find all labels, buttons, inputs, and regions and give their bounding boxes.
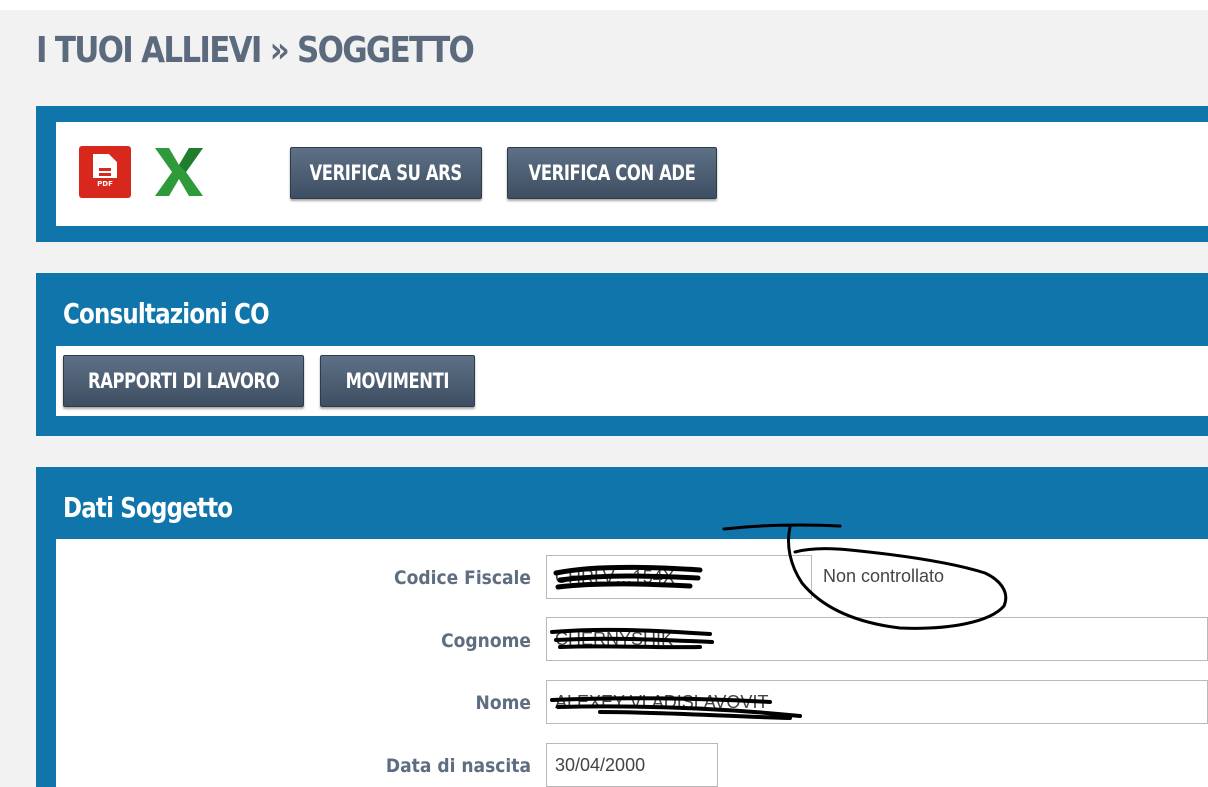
verifica-ars-label: VERIFICA SU ARS — [309, 161, 463, 185]
page-title: I TUOI ALLIEVI » SOGGETTO — [36, 30, 475, 71]
excel-export-icon[interactable] — [153, 146, 205, 198]
rapporti-di-lavoro-button[interactable]: RAPPORTI DI LAVORO — [63, 355, 304, 407]
data-di-nascita-label: Data di nascita — [385, 755, 531, 777]
nome-input[interactable]: ALEXEY VLADISLAVOVIT — [546, 680, 1208, 724]
rapporti-di-lavoro-label: RAPPORTI DI LAVORO — [87, 369, 280, 393]
pdf-icon-text: PDF — [97, 180, 113, 188]
movimenti-button[interactable]: MOVIMENTI — [320, 355, 475, 407]
cognome-label: Cognome — [441, 630, 531, 652]
pdf-export-icon[interactable]: PDF — [79, 146, 131, 198]
codice-fiscale-label: Codice Fiscale — [394, 567, 531, 589]
movimenti-label: MOVIMENTI — [345, 369, 450, 393]
consultazioni-title: Consultazioni CO — [63, 297, 270, 330]
nome-label: Nome — [475, 692, 531, 714]
top-strip — [0, 0, 1208, 10]
cognome-input[interactable]: CHERNYSHIK — [546, 617, 1208, 661]
codice-fiscale-input[interactable]: CHRLV…154X — [546, 555, 812, 599]
dati-soggetto-title: Dati Soggetto — [63, 491, 233, 524]
verifica-ars-button[interactable]: VERIFICA SU ARS — [290, 147, 482, 199]
verifica-ade-button[interactable]: VERIFICA CON ADE — [507, 147, 717, 199]
verifica-ade-label: VERIFICA CON ADE — [528, 161, 696, 185]
data-di-nascita-input[interactable]: 30/04/2000 — [546, 743, 718, 787]
codice-fiscale-status: Non controllato — [823, 566, 945, 586]
